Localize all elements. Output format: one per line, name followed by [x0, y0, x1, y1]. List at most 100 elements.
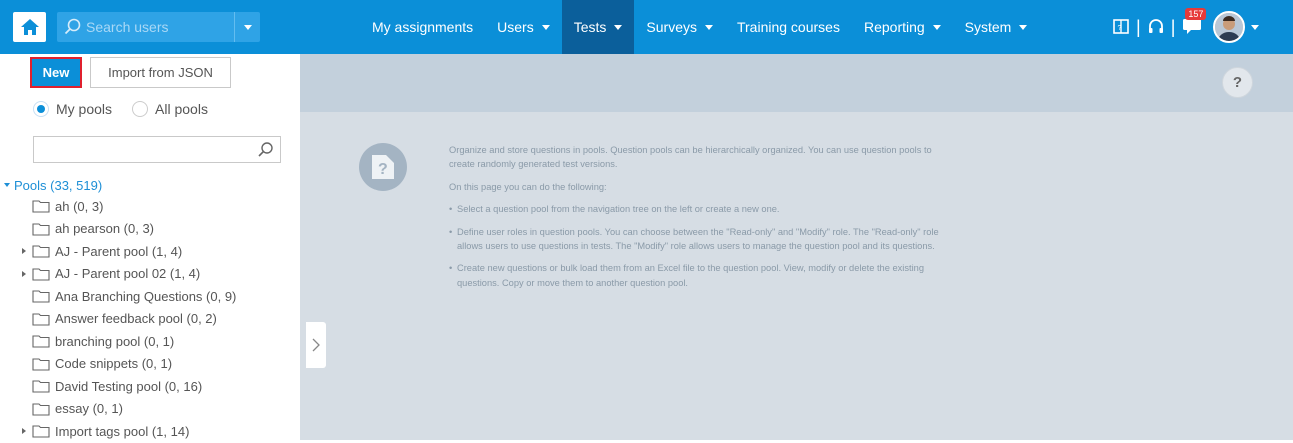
tree-item[interactable]: Answer feedback pool (0, 2) [4, 308, 236, 331]
chevron-down-icon[interactable] [1251, 24, 1260, 30]
nav-item-system[interactable]: System [953, 0, 1040, 54]
nav-item-label: Users [497, 19, 534, 35]
home-icon [20, 19, 39, 35]
info-bullet: Create new questions or bulk load them f… [449, 261, 959, 290]
all-pools-label: All pools [155, 101, 208, 117]
book-icon[interactable]: ? [1112, 18, 1130, 36]
tree-item-label: David Testing pool (0, 16) [55, 378, 203, 394]
tree-item[interactable]: AJ - Parent pool 02 (1, 4) [4, 263, 236, 286]
main-menu: My assignments Users Tests Surveys Training … [360, 0, 1039, 54]
tree-item[interactable]: branching pool (0, 1) [4, 330, 236, 353]
folder-icon [32, 268, 50, 281]
svg-text:?: ? [1118, 25, 1122, 32]
tree-item-label: AJ - Parent pool (1, 4) [55, 243, 183, 259]
tree-search-input[interactable] [33, 136, 281, 163]
notifications-count-badge: 157 [1185, 7, 1207, 20]
expand-arrow-icon[interactable] [22, 270, 26, 277]
nav-item-label: Tests [573, 19, 607, 35]
tree-item[interactable]: ah pearson (0, 3) [4, 218, 236, 241]
new-pool-button[interactable]: New [30, 57, 82, 88]
folder-icon [32, 425, 50, 438]
chevron-down-icon [704, 24, 713, 30]
tree-item-label: ah (0, 3) [55, 198, 104, 214]
chevron-down-icon [614, 24, 623, 30]
search-icon[interactable] [257, 141, 274, 158]
tree-item-label: essay (0, 1) [55, 401, 123, 417]
top-navigation-bar: Search users My assignments Users Tests Sur… [0, 0, 1293, 54]
search-users-box[interactable]: Search users [57, 12, 260, 42]
nav-item-surveys[interactable]: Surveys [634, 0, 725, 54]
main-content: ? ? Organize and store questions in pool… [300, 54, 1293, 440]
nav-item-tests[interactable]: Tests [561, 0, 635, 54]
info-question-icon: ? [359, 143, 407, 191]
nav-item-label: Surveys [646, 19, 697, 35]
help-button[interactable]: ? [1222, 67, 1253, 98]
headset-icon[interactable] [1147, 18, 1165, 36]
pools-help-text: Organize and store questions in pools. Q… [449, 143, 959, 298]
svg-text:?: ? [378, 161, 388, 178]
chevron-right-icon [312, 338, 320, 352]
nav-item-label: Reporting [863, 19, 925, 35]
search-scope-dropdown[interactable] [234, 12, 260, 42]
pool-filter-radios: My pools All pools [33, 101, 208, 117]
chevron-down-icon [243, 24, 252, 30]
nav-item-users[interactable]: Users [485, 0, 562, 54]
tree-item-label: ah pearson (0, 3) [55, 221, 155, 237]
tree-item[interactable]: AJ - Parent pool (1, 4) [4, 240, 236, 263]
avatar-image [1215, 13, 1244, 41]
tree-item[interactable]: Ana Branching Questions (0, 9) [4, 285, 236, 308]
folder-icon [32, 335, 50, 348]
folder-icon [32, 358, 50, 371]
folder-icon [32, 290, 50, 303]
home-button[interactable] [13, 12, 46, 42]
user-avatar[interactable] [1213, 11, 1246, 43]
folder-icon [32, 223, 50, 236]
tree-item-label: Import tags pool (1, 14) [55, 423, 190, 439]
info-intro: Organize and store questions in pools. Q… [449, 145, 932, 170]
caret-down-icon [4, 183, 10, 187]
tree-root-pools[interactable]: Pools (33, 519) [4, 175, 236, 195]
info-bullets: Select a question pool from the navigati… [449, 202, 959, 290]
nav-item-my-assignments[interactable]: My assignments [360, 0, 485, 54]
tree-item[interactable]: Code snippets (0, 1) [4, 353, 236, 376]
notifications-button[interactable]: 157 [1181, 7, 1207, 40]
tree-item-label: branching pool (0, 1) [55, 333, 175, 349]
pools-tree: Pools (33, 519) ah (0, 3) ah pearson (0, … [4, 175, 236, 443]
expand-arrow-icon[interactable] [22, 428, 26, 435]
folder-icon [32, 245, 50, 258]
collapse-sidebar-toggle[interactable] [306, 322, 326, 368]
tree-item-label: Answer feedback pool (0, 2) [55, 311, 217, 327]
tree-item-label: Ana Branching Questions (0, 9) [55, 288, 237, 304]
tree-item[interactable]: Import tags pool (1, 14) [4, 420, 236, 443]
search-users-input[interactable]: Search users [86, 19, 168, 35]
nav-item-label: System [964, 19, 1012, 35]
nav-item-reporting[interactable]: Reporting [852, 0, 953, 54]
my-pools-radio[interactable] [33, 101, 49, 117]
expand-arrow-icon[interactable] [22, 248, 26, 255]
nav-item-training-courses[interactable]: Training courses [725, 0, 852, 54]
tree-item[interactable]: ah (0, 3) [4, 195, 236, 218]
tree-item[interactable]: essay (0, 1) [4, 398, 236, 421]
tree-item-label: Code snippets (0, 1) [55, 356, 173, 372]
chevron-down-icon [932, 24, 941, 30]
tree-item[interactable]: David Testing pool (0, 16) [4, 375, 236, 398]
nav-item-label: Training courses [736, 19, 840, 35]
content-header: ? [300, 54, 1293, 112]
info-bullet: Define user roles in question pools. You… [449, 225, 959, 254]
search-icon [64, 18, 81, 35]
folder-icon [32, 380, 50, 393]
all-pools-radio[interactable] [132, 101, 149, 117]
info-lead: On this page you can do the following: [449, 181, 607, 192]
header-tools: ? | | 157 [1112, 0, 1260, 54]
separator: | [1170, 16, 1176, 37]
my-pools-label: My pools [56, 101, 113, 117]
chevron-down-icon [1019, 24, 1028, 30]
tree-item-label: AJ - Parent pool 02 (1, 4) [55, 266, 201, 282]
nav-item-label: My assignments [372, 19, 474, 35]
chevron-down-icon [541, 24, 550, 30]
tree-root-label: Pools (33, 519) [14, 177, 103, 193]
import-from-json-button[interactable]: Import from JSON [90, 57, 231, 88]
folder-icon [32, 313, 50, 326]
separator: | [1136, 16, 1141, 37]
folder-icon [32, 403, 50, 416]
